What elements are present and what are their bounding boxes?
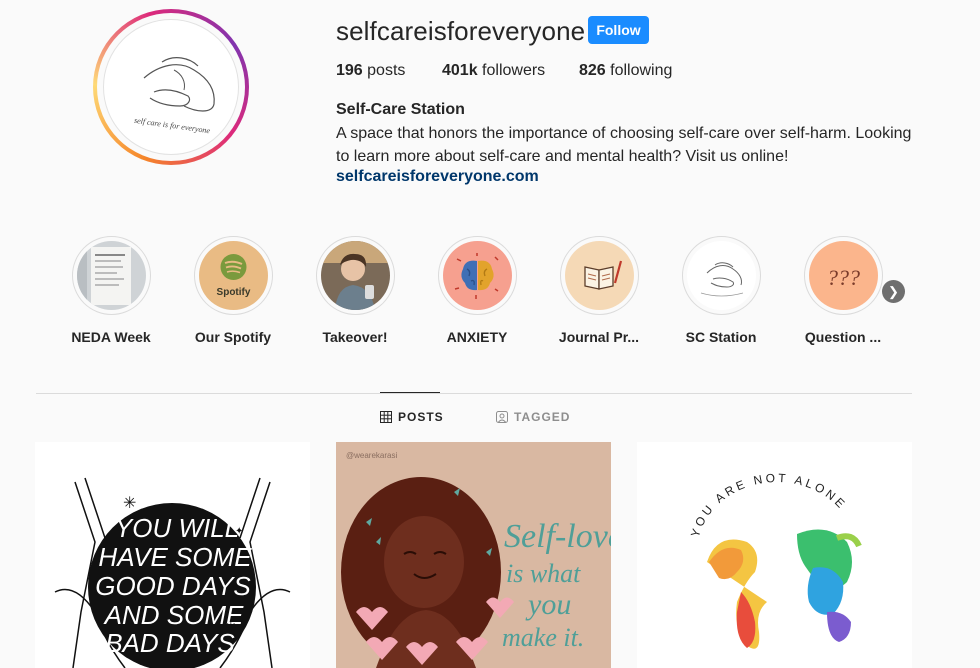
- following-link[interactable]: 826 following: [579, 62, 672, 80]
- svg-text:BAD DAYS: BAD DAYS: [105, 628, 235, 658]
- chevron-right-icon: ❯: [888, 284, 899, 299]
- hug-logo-icon: [686, 241, 756, 310]
- world-map-illustration: YOU ARE NOT ALONE: [637, 442, 912, 668]
- profile-avatar[interactable]: self care is for everyone: [93, 9, 249, 165]
- svg-text:Spotify: Spotify: [216, 287, 250, 298]
- svg-text:???: ???: [827, 265, 860, 290]
- hands-globe-illustration: YOU WILL HAVE SOME GOOD DAYS AND SOME BA…: [54, 477, 291, 668]
- svg-text:✦: ✦: [235, 526, 243, 537]
- tab-divider: [36, 393, 912, 394]
- post-thumbnail[interactable]: YOU WILL HAVE SOME GOOD DAYS AND SOME BA…: [35, 442, 310, 668]
- highlight-anxiety[interactable]: ANXIETY: [422, 236, 532, 345]
- highlight-label: ANXIETY: [446, 329, 508, 345]
- person-photo-icon: [320, 241, 390, 310]
- svg-text:HAVE SOME: HAVE SOME: [98, 542, 252, 572]
- self-love-illustration: @wearekarasi Self-love is what you make …: [336, 442, 611, 668]
- highlight-our-spotify[interactable]: Spotify Our Spotify: [178, 236, 288, 345]
- highlight-label: Question ...: [804, 329, 882, 345]
- svg-text:Self-love: Self-love: [504, 518, 611, 555]
- svg-text:✳: ✳: [123, 495, 136, 512]
- brain-icon: [442, 241, 512, 310]
- tagged-person-icon: [496, 411, 508, 423]
- hug-logo-icon: self care is for everyone: [103, 19, 239, 155]
- grid-icon: [380, 411, 392, 423]
- tab-tagged-label: TAGGED: [514, 410, 571, 424]
- highlight-label: Journal Pr...: [558, 329, 640, 345]
- profile-bio: A space that honors the importance of ch…: [336, 125, 912, 165]
- follow-button[interactable]: Follow: [588, 16, 649, 44]
- tab-tagged[interactable]: TAGGED: [496, 410, 570, 424]
- svg-text:✳: ✳: [225, 619, 237, 635]
- journal-icon: [564, 241, 634, 310]
- question-marks-icon: ???: [808, 241, 878, 310]
- profile-website-link[interactable]: selfcareisforeveryone.com: [336, 168, 539, 186]
- tab-posts-label: POSTS: [398, 410, 444, 424]
- svg-text:@wearekarasi: @wearekarasi: [346, 451, 397, 460]
- highlight-neda-week[interactable]: NEDA Week: [56, 236, 166, 345]
- svg-text:make it.: make it.: [502, 623, 584, 652]
- highlights-next-button[interactable]: ❯: [882, 280, 905, 303]
- highlight-sc-station[interactable]: SC Station: [666, 236, 776, 345]
- spotify-icon: Spotify: [198, 241, 268, 310]
- svg-text:AND SOME: AND SOME: [103, 600, 244, 630]
- profile-username: selfcareisforeveryone: [336, 16, 586, 46]
- highlight-label: SC Station: [685, 329, 757, 345]
- highlight-journal-prompts[interactable]: Journal Pr...: [544, 236, 654, 345]
- svg-text:you: you: [525, 588, 571, 621]
- highlight-takeover[interactable]: Takeover!: [300, 236, 410, 345]
- svg-text:GOOD DAYS: GOOD DAYS: [95, 571, 251, 601]
- post-thumbnail[interactable]: YOU ARE NOT ALONE: [637, 442, 912, 668]
- highlight-label: Takeover!: [322, 329, 388, 345]
- poster-photo-icon: [76, 241, 146, 310]
- active-tab-indicator: [380, 392, 440, 393]
- svg-text:is what: is what: [506, 559, 581, 588]
- post-thumbnail[interactable]: @wearekarasi Self-love is what you make …: [336, 442, 611, 668]
- highlight-label: Our Spotify: [194, 329, 272, 345]
- highlight-label: NEDA Week: [71, 329, 151, 345]
- followers-link[interactable]: 401k followers: [442, 62, 545, 80]
- profile-full-name: Self-Care Station: [336, 101, 465, 118]
- svg-text:YOU WILL: YOU WILL: [115, 513, 239, 543]
- tab-posts[interactable]: POSTS: [380, 410, 444, 424]
- posts-count: 196 posts: [336, 62, 406, 79]
- svg-text:self care is for everyone: self care is for everyone: [134, 116, 212, 136]
